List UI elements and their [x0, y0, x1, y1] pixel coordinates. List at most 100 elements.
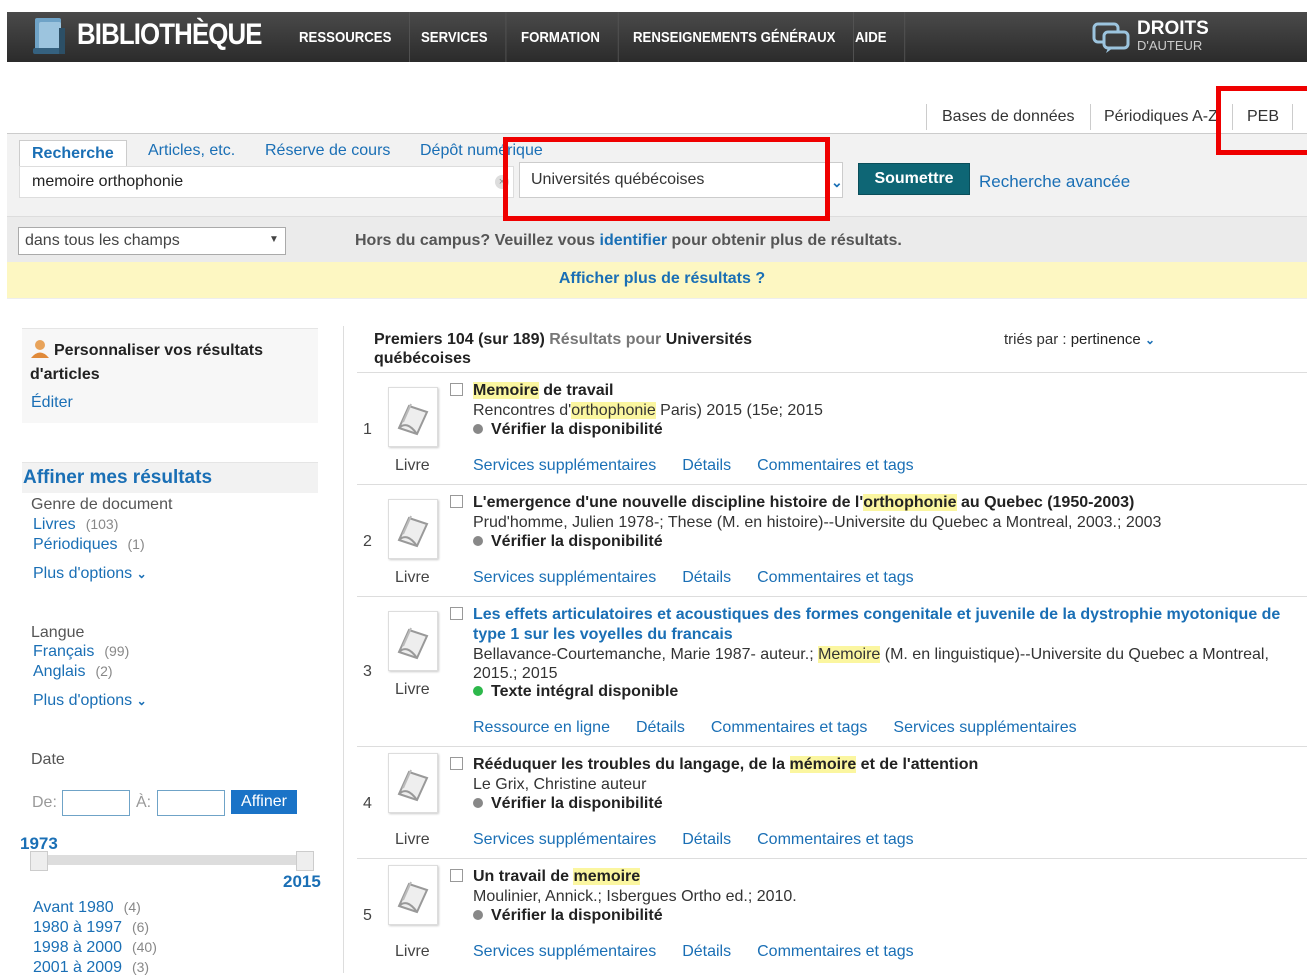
result-checkbox[interactable]: [450, 383, 463, 396]
facet-item[interactable]: 1998 à 2000 (40): [33, 939, 157, 957]
edit-link[interactable]: Éditer: [31, 394, 73, 412]
result-action-link[interactable]: Commentaires et tags: [757, 457, 914, 474]
droits-auteur-link[interactable]: DROITS D'AUTEUR: [1137, 19, 1209, 54]
sort-control[interactable]: triés par : pertinence ⌄: [1004, 331, 1155, 348]
title-part[interactable]: L'emergence d'une nouvelle discipline hi…: [473, 494, 863, 511]
result-action-link[interactable]: Commentaires et tags: [757, 943, 914, 960]
search-input[interactable]: [19, 166, 514, 198]
result-action-link[interactable]: Détails: [682, 457, 731, 474]
title-part[interactable]: de travail: [539, 382, 613, 399]
advanced-search-link[interactable]: Recherche avancée: [979, 172, 1130, 192]
identifier-link[interactable]: identifier: [600, 232, 668, 249]
title-part[interactable]: Un travail de: [473, 868, 573, 885]
nav-formation[interactable]: FORMATION: [521, 12, 619, 62]
result-action-link[interactable]: Services supplémentaires: [473, 831, 656, 848]
facet-label[interactable]: Livres: [33, 516, 76, 533]
tab-reserve-de-cours[interactable]: Réserve de cours: [265, 142, 390, 160]
availability-status[interactable]: Vérifier la disponibilité: [473, 421, 663, 439]
refine-button[interactable]: Affiner: [231, 790, 297, 814]
book-cover-icon[interactable]: [388, 753, 438, 813]
title-part[interactable]: et de l'attention: [856, 756, 979, 773]
date-to-input[interactable]: [157, 790, 225, 816]
result-checkbox[interactable]: [450, 757, 463, 770]
library-logo-text[interactable]: BIBLIOTHÈQUE: [77, 18, 262, 52]
facet-item[interactable]: 1980 à 1997 (6): [33, 919, 149, 937]
book-cover-icon[interactable]: [388, 387, 438, 447]
title-part[interactable]: memoire: [573, 868, 641, 885]
facet-item[interactable]: Périodiques (1): [33, 536, 145, 554]
result-action-link[interactable]: Détails: [682, 569, 731, 586]
facet-item[interactable]: Français (99): [33, 643, 129, 661]
facet-item[interactable]: Livres (103): [33, 516, 118, 534]
date-from-input[interactable]: [62, 790, 130, 816]
result-action-link[interactable]: Commentaires et tags: [711, 719, 868, 736]
field-select[interactable]: dans tous les champs: [18, 227, 286, 255]
result-action-link[interactable]: Services supplémentaires: [893, 719, 1076, 736]
result-action-link[interactable]: Détails: [682, 943, 731, 960]
result-checkbox[interactable]: [450, 607, 463, 620]
facet-label[interactable]: Avant 1980: [33, 899, 114, 916]
more-options-label[interactable]: Plus d'options: [33, 565, 132, 582]
title-part[interactable]: orthophonie: [863, 494, 957, 511]
submit-button[interactable]: Soumettre: [858, 163, 970, 195]
availability-label[interactable]: Texte intégral disponible: [491, 683, 678, 700]
result-title[interactable]: Memoire de travail: [473, 381, 1303, 401]
title-part[interactable]: Memoire: [473, 382, 539, 399]
facet-label[interactable]: 2001 à 2009: [33, 959, 122, 976]
result-action-link[interactable]: Commentaires et tags: [757, 569, 914, 586]
availability-status[interactable]: Vérifier la disponibilité: [473, 533, 663, 551]
book-cover-icon[interactable]: [388, 499, 438, 559]
result-checkbox[interactable]: [450, 495, 463, 508]
availability-label[interactable]: Vérifier la disponibilité: [491, 795, 663, 812]
result-action-link[interactable]: Commentaires et tags: [757, 831, 914, 848]
facet-label[interactable]: 1980 à 1997: [33, 919, 122, 936]
availability-label[interactable]: Vérifier la disponibilité: [491, 421, 663, 438]
slider-handle-max[interactable]: [296, 851, 314, 871]
facet-item[interactable]: 2001 à 2009 (3): [33, 959, 149, 977]
facet-label[interactable]: Anglais: [33, 663, 85, 680]
more-options-label[interactable]: Plus d'options: [33, 692, 132, 709]
facet-item[interactable]: Anglais (2): [33, 663, 113, 681]
nav-services[interactable]: SERVICES: [421, 12, 507, 62]
availability-status[interactable]: Vérifier la disponibilité: [473, 795, 663, 813]
availability-label[interactable]: Vérifier la disponibilité: [491, 907, 663, 924]
result-action-link[interactable]: Services supplémentaires: [473, 943, 656, 960]
book-cover-icon[interactable]: [388, 865, 438, 925]
more-options-langue[interactable]: Plus d'options ⌄: [33, 692, 147, 710]
title-part[interactable]: mémoire: [789, 756, 857, 773]
result-title[interactable]: Rééduquer les troubles du langage, de la…: [473, 755, 1303, 775]
title-part[interactable]: au Quebec (1950-2003): [957, 494, 1134, 511]
availability-status[interactable]: Vérifier la disponibilité: [473, 907, 663, 925]
chevron-down-icon[interactable]: ⌄: [831, 174, 843, 191]
nav-renseignements[interactable]: RENSEIGNEMENTS GÉNÉRAUX: [633, 12, 854, 62]
result-action-link[interactable]: Détails: [682, 831, 731, 848]
book-cover-icon[interactable]: [388, 611, 438, 671]
result-action-link[interactable]: Services supplémentaires: [473, 569, 656, 586]
link-periodiques-a-z[interactable]: Périodiques A-Z: [1104, 108, 1218, 126]
result-title[interactable]: L'emergence d'une nouvelle discipline hi…: [473, 493, 1303, 513]
dropdown-arrow-icon[interactable]: ▼: [269, 234, 279, 245]
facet-label[interactable]: 1998 à 2000: [33, 939, 122, 956]
title-part[interactable]: Rééduquer les troubles du langage, de la: [473, 756, 790, 773]
tab-articles[interactable]: Articles, etc.: [148, 142, 235, 160]
availability-label[interactable]: Vérifier la disponibilité: [491, 533, 663, 550]
facet-item[interactable]: Avant 1980 (4): [33, 899, 141, 917]
link-bases-de-donnees[interactable]: Bases de données: [942, 108, 1075, 126]
chevron-down-icon[interactable]: ⌄: [1145, 333, 1155, 347]
chevron-down-icon[interactable]: ⌄: [137, 694, 147, 708]
nav-aide[interactable]: AIDE: [855, 12, 906, 62]
nav-ressources[interactable]: RESSOURCES: [299, 12, 410, 62]
result-title[interactable]: Un travail de memoire: [473, 867, 1303, 887]
more-results-link[interactable]: Afficher plus de résultats ?: [559, 270, 765, 287]
result-title[interactable]: Les effets articulatoires et acoustiques…: [473, 605, 1303, 645]
chevron-down-icon[interactable]: ⌄: [137, 567, 147, 581]
date-range-slider[interactable]: [37, 855, 309, 865]
more-options-genre[interactable]: Plus d'options ⌄: [33, 565, 147, 583]
result-checkbox[interactable]: [450, 869, 463, 882]
tab-recherche[interactable]: Recherche: [19, 140, 127, 166]
facet-label[interactable]: Périodiques: [33, 536, 118, 553]
slider-handle-min[interactable]: [30, 851, 48, 871]
sort-value[interactable]: pertinence: [1071, 331, 1141, 348]
library-book-icon[interactable]: [29, 14, 71, 58]
title-part[interactable]: Les effets articulatoires et acoustiques…: [473, 606, 1280, 643]
